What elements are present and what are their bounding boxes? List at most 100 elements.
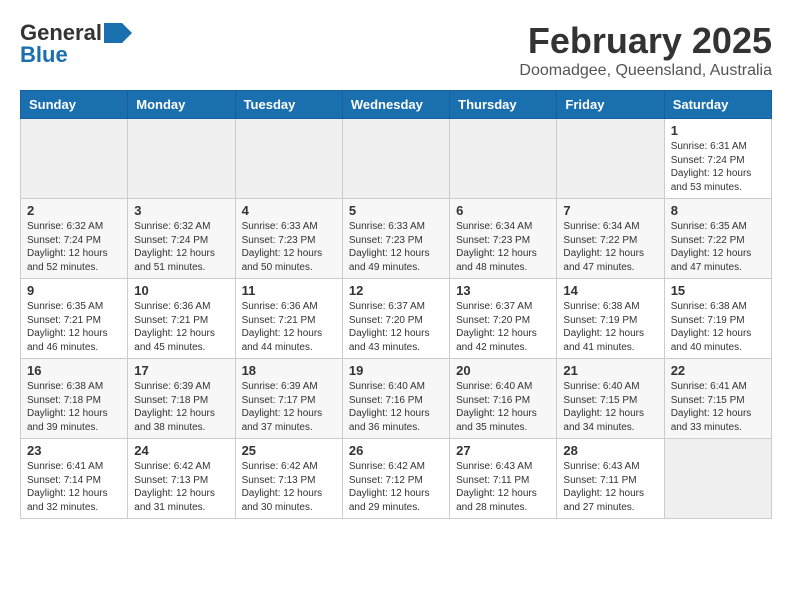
- calendar-cell: 25 Sunrise: 6:42 AM Sunset: 7:13 PM Dayli…: [235, 439, 342, 519]
- calendar-cell: 19 Sunrise: 6:40 AM Sunset: 7:16 PM Dayli…: [342, 359, 449, 439]
- logo-arrow-icon: [104, 23, 132, 43]
- weekday-header: Monday: [128, 91, 235, 119]
- calendar-cell: 14 Sunrise: 6:38 AM Sunset: 7:19 PM Dayli…: [557, 279, 664, 359]
- calendar-cell: 21 Sunrise: 6:40 AM Sunset: 7:15 PM Dayli…: [557, 359, 664, 439]
- calendar-cell: 15 Sunrise: 6:38 AM Sunset: 7:19 PM Dayli…: [664, 279, 771, 359]
- day-info: Sunrise: 6:37 AM Sunset: 7:20 PM Dayligh…: [349, 300, 443, 354]
- day-number: 2: [27, 203, 121, 218]
- calendar-week-row: 23Sunrise: 6:41 AM Sunset: 7:14 PM Dayli…: [21, 439, 772, 519]
- day-number: 7: [563, 203, 657, 218]
- day-number: 6: [456, 203, 550, 218]
- calendar-week-row: 1 Sunrise: 6:31 AM Sunset: 7:24 PM Daylig…: [21, 119, 772, 199]
- day-info: Sunrise: 6:40 AM Sunset: 7:16 PM Dayligh…: [456, 380, 550, 434]
- day-info: Sunrise: 6:38 AM Sunset: 7:19 PM Dayligh…: [563, 300, 657, 354]
- calendar-cell: [450, 119, 557, 199]
- calendar-cell: [664, 439, 771, 519]
- logo-blue-text: Blue: [20, 42, 68, 68]
- weekday-header: Wednesday: [342, 91, 449, 119]
- calendar-cell: [342, 119, 449, 199]
- day-info: Sunrise: 6:32 AM Sunset: 7:24 PM Dayligh…: [27, 220, 121, 274]
- calendar-cell: [235, 119, 342, 199]
- day-info: Sunrise: 6:39 AM Sunset: 7:18 PM Dayligh…: [134, 380, 228, 434]
- day-number: 20: [456, 363, 550, 378]
- day-number: 8: [671, 203, 765, 218]
- day-info: Sunrise: 6:36 AM Sunset: 7:21 PM Dayligh…: [134, 300, 228, 354]
- day-info: Sunrise: 6:37 AM Sunset: 7:20 PM Dayligh…: [456, 300, 550, 354]
- weekday-header: Saturday: [664, 91, 771, 119]
- calendar-cell: 23Sunrise: 6:41 AM Sunset: 7:14 PM Dayli…: [21, 439, 128, 519]
- day-number: 26: [349, 443, 443, 458]
- day-info: Sunrise: 6:36 AM Sunset: 7:21 PM Dayligh…: [242, 300, 336, 354]
- day-number: 11: [242, 283, 336, 298]
- day-info: Sunrise: 6:40 AM Sunset: 7:16 PM Dayligh…: [349, 380, 443, 434]
- weekday-header: Thursday: [450, 91, 557, 119]
- day-number: 17: [134, 363, 228, 378]
- calendar-cell: 18 Sunrise: 6:39 AM Sunset: 7:17 PM Dayli…: [235, 359, 342, 439]
- weekday-header: Sunday: [21, 91, 128, 119]
- day-number: 13: [456, 283, 550, 298]
- day-info: Sunrise: 6:42 AM Sunset: 7:12 PM Dayligh…: [349, 460, 443, 514]
- day-number: 21: [563, 363, 657, 378]
- day-info: Sunrise: 6:35 AM Sunset: 7:21 PM Dayligh…: [27, 300, 121, 354]
- calendar-table: SundayMondayTuesdayWednesdayThursdayFrid…: [20, 90, 772, 519]
- day-number: 22: [671, 363, 765, 378]
- day-info: Sunrise: 6:43 AM Sunset: 7:11 PM Dayligh…: [563, 460, 657, 514]
- logo: General Blue: [20, 20, 132, 68]
- title-area: February 2025 Doomadgee, Queensland, Aus…: [519, 20, 772, 80]
- day-info: Sunrise: 6:39 AM Sunset: 7:17 PM Dayligh…: [242, 380, 336, 434]
- day-info: Sunrise: 6:32 AM Sunset: 7:24 PM Dayligh…: [134, 220, 228, 274]
- calendar-header-row: SundayMondayTuesdayWednesdayThursdayFrid…: [21, 91, 772, 119]
- day-number: 9: [27, 283, 121, 298]
- day-info: Sunrise: 6:38 AM Sunset: 7:19 PM Dayligh…: [671, 300, 765, 354]
- calendar-cell: 20 Sunrise: 6:40 AM Sunset: 7:16 PM Dayli…: [450, 359, 557, 439]
- calendar-cell: 7Sunrise: 6:34 AM Sunset: 7:22 PM Daylig…: [557, 199, 664, 279]
- calendar-cell: 27 Sunrise: 6:43 AM Sunset: 7:11 PM Dayli…: [450, 439, 557, 519]
- page-header: General Blue February 2025 Doomadgee, Qu…: [20, 20, 772, 80]
- weekday-header: Tuesday: [235, 91, 342, 119]
- day-number: 27: [456, 443, 550, 458]
- calendar-cell: 9 Sunrise: 6:35 AM Sunset: 7:21 PM Daylig…: [21, 279, 128, 359]
- calendar-cell: 6 Sunrise: 6:34 AM Sunset: 7:23 PM Daylig…: [450, 199, 557, 279]
- day-number: 10: [134, 283, 228, 298]
- day-number: 15: [671, 283, 765, 298]
- calendar-cell: 8 Sunrise: 6:35 AM Sunset: 7:22 PM Daylig…: [664, 199, 771, 279]
- calendar-cell: 10 Sunrise: 6:36 AM Sunset: 7:21 PM Dayli…: [128, 279, 235, 359]
- day-number: 24: [134, 443, 228, 458]
- calendar-cell: 2 Sunrise: 6:32 AM Sunset: 7:24 PM Daylig…: [21, 199, 128, 279]
- day-number: 5: [349, 203, 443, 218]
- calendar-cell: 13 Sunrise: 6:37 AM Sunset: 7:20 PM Dayli…: [450, 279, 557, 359]
- day-info: Sunrise: 6:42 AM Sunset: 7:13 PM Dayligh…: [134, 460, 228, 514]
- calendar-week-row: 16Sunrise: 6:38 AM Sunset: 7:18 PM Dayli…: [21, 359, 772, 439]
- day-info: Sunrise: 6:43 AM Sunset: 7:11 PM Dayligh…: [456, 460, 550, 514]
- calendar-cell: 1 Sunrise: 6:31 AM Sunset: 7:24 PM Daylig…: [664, 119, 771, 199]
- day-number: 18: [242, 363, 336, 378]
- day-number: 3: [134, 203, 228, 218]
- day-number: 23: [27, 443, 121, 458]
- month-title: February 2025: [519, 20, 772, 62]
- location-text: Doomadgee, Queensland, Australia: [519, 62, 772, 80]
- calendar-cell: 11 Sunrise: 6:36 AM Sunset: 7:21 PM Dayli…: [235, 279, 342, 359]
- day-number: 19: [349, 363, 443, 378]
- day-number: 25: [242, 443, 336, 458]
- day-number: 14: [563, 283, 657, 298]
- day-info: Sunrise: 6:41 AM Sunset: 7:15 PM Dayligh…: [671, 380, 765, 434]
- calendar-week-row: 9 Sunrise: 6:35 AM Sunset: 7:21 PM Daylig…: [21, 279, 772, 359]
- calendar-week-row: 2 Sunrise: 6:32 AM Sunset: 7:24 PM Daylig…: [21, 199, 772, 279]
- day-info: Sunrise: 6:33 AM Sunset: 7:23 PM Dayligh…: [242, 220, 336, 274]
- calendar-cell: [21, 119, 128, 199]
- calendar-cell: 5Sunrise: 6:33 AM Sunset: 7:23 PM Daylig…: [342, 199, 449, 279]
- day-number: 12: [349, 283, 443, 298]
- calendar-cell: 4 Sunrise: 6:33 AM Sunset: 7:23 PM Daylig…: [235, 199, 342, 279]
- day-info: Sunrise: 6:34 AM Sunset: 7:23 PM Dayligh…: [456, 220, 550, 274]
- day-number: 28: [563, 443, 657, 458]
- day-info: Sunrise: 6:35 AM Sunset: 7:22 PM Dayligh…: [671, 220, 765, 274]
- day-number: 4: [242, 203, 336, 218]
- day-info: Sunrise: 6:42 AM Sunset: 7:13 PM Dayligh…: [242, 460, 336, 514]
- calendar-cell: 26 Sunrise: 6:42 AM Sunset: 7:12 PM Dayli…: [342, 439, 449, 519]
- day-info: Sunrise: 6:40 AM Sunset: 7:15 PM Dayligh…: [563, 380, 657, 434]
- calendar-cell: 3 Sunrise: 6:32 AM Sunset: 7:24 PM Daylig…: [128, 199, 235, 279]
- day-number: 1: [671, 123, 765, 138]
- day-info: Sunrise: 6:31 AM Sunset: 7:24 PM Dayligh…: [671, 140, 765, 194]
- calendar-cell: 12 Sunrise: 6:37 AM Sunset: 7:20 PM Dayli…: [342, 279, 449, 359]
- calendar-cell: 17 Sunrise: 6:39 AM Sunset: 7:18 PM Dayli…: [128, 359, 235, 439]
